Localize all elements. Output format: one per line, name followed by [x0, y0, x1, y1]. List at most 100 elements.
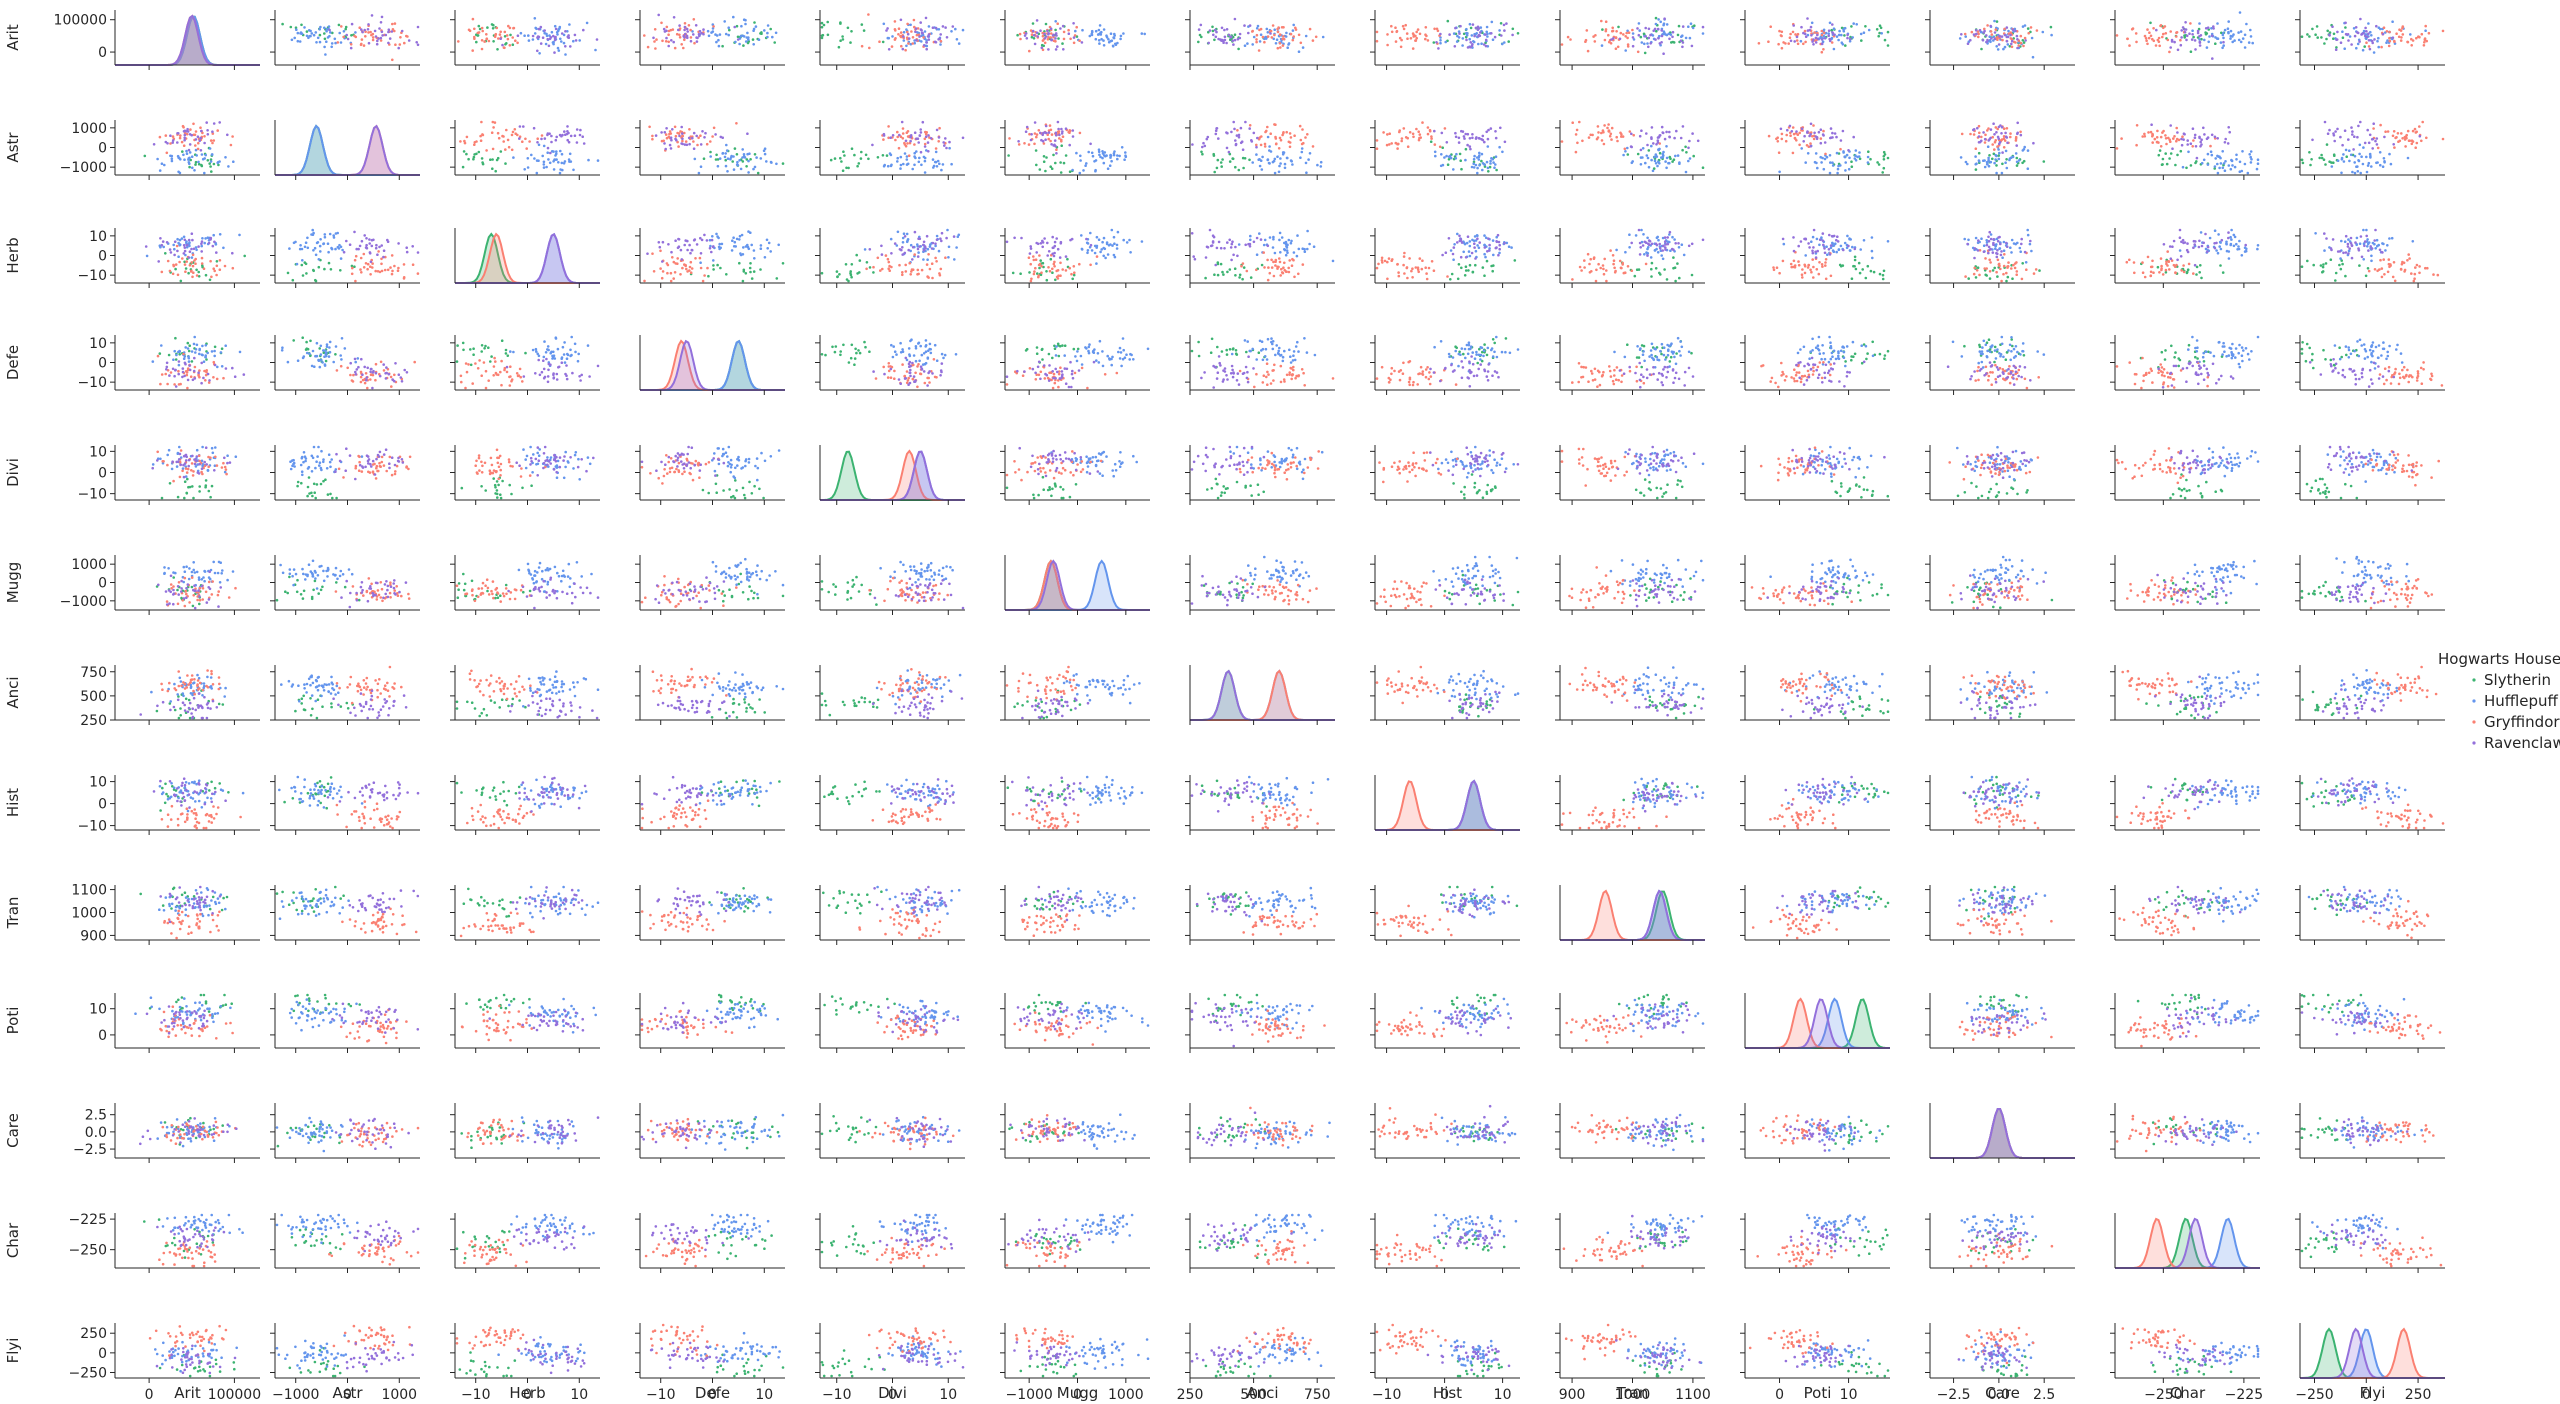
scatter-point-ravenclaw: [1666, 242, 1670, 246]
scatter-point-slytherin: [1066, 257, 1069, 261]
scatter-point-gryffindor: [1019, 37, 1022, 41]
scatter-point-hufflepuff: [526, 157, 530, 160]
scatter-point-slytherin: [733, 147, 737, 150]
scatter-point-hufflepuff: [1843, 26, 1847, 30]
scatter-point-ravenclaw: [1847, 244, 1850, 248]
scatter-point-ravenclaw: [1836, 235, 1839, 238]
scatter-point-hufflepuff: [747, 230, 750, 233]
scatter-point-gryffindor: [1240, 264, 1243, 268]
scatter-point-gryffindor: [910, 268, 914, 271]
scatter-point-ravenclaw: [539, 25, 543, 29]
scatter-point-ravenclaw: [1664, 243, 1667, 246]
scatter-point-hufflepuff: [1855, 23, 1858, 26]
scatter-point-ravenclaw: [2360, 32, 2364, 36]
scatter-point-hufflepuff: [2353, 154, 2357, 158]
scatter-point-hufflepuff: [709, 155, 712, 158]
scatter-point-hufflepuff: [2381, 165, 2385, 168]
scatter-point-hufflepuff: [1851, 245, 1854, 249]
scatter-point-hufflepuff: [697, 171, 701, 175]
scatter-point-hufflepuff: [1778, 170, 1781, 174]
scatter-point-hufflepuff: [1854, 159, 1858, 162]
scatter-point-gryffindor: [1386, 133, 1389, 136]
scatter-point-hufflepuff: [1689, 22, 1693, 26]
scatter-point-ravenclaw: [188, 250, 192, 253]
scatter-point-hufflepuff: [1256, 24, 1260, 28]
scatter-point-hufflepuff: [752, 43, 755, 46]
scatter-point-hufflepuff: [323, 235, 327, 239]
scatter-point-hufflepuff: [170, 154, 174, 158]
scatter-point-slytherin: [212, 162, 216, 166]
scatter-point-gryffindor: [1255, 268, 1258, 272]
scatter-point-ravenclaw: [546, 37, 549, 41]
scatter-point-hufflepuff: [1289, 241, 1293, 245]
scatter-point-hufflepuff: [2376, 39, 2379, 43]
scatter-point-ravenclaw: [681, 137, 684, 141]
scatter-point-hufflepuff: [293, 36, 297, 40]
scatter-point-gryffindor: [2149, 130, 2153, 134]
scatter-point-gryffindor: [1791, 126, 1795, 129]
y-tick-label: 10: [89, 229, 107, 245]
scatter-point-slytherin: [881, 40, 885, 44]
scatter-point-ravenclaw: [2366, 128, 2369, 132]
scatter-point-gryffindor: [931, 276, 934, 280]
scatter-point-ravenclaw: [1809, 25, 1813, 29]
scatter-point-hufflepuff: [1116, 230, 1120, 234]
scatter-point-ravenclaw: [1797, 244, 1800, 248]
scatter-point-slytherin: [724, 158, 727, 162]
scatter-point-slytherin: [2318, 156, 2321, 160]
scatter-point-gryffindor: [1283, 261, 1286, 265]
scatter-point-slytherin: [1057, 37, 1060, 40]
scatter-point-gryffindor: [336, 41, 340, 44]
scatter-point-hufflepuff: [203, 157, 206, 160]
scatter-point-gryffindor: [2407, 139, 2411, 142]
scatter-point-gryffindor: [1426, 39, 1430, 42]
scatter-point-gryffindor: [1299, 138, 1303, 142]
scatter-point-ravenclaw: [1474, 26, 1478, 30]
scatter-point-gryffindor: [2143, 34, 2147, 38]
scatter-point-ravenclaw: [2370, 138, 2374, 141]
scatter-point-gryffindor: [916, 268, 920, 272]
scatter-point-ravenclaw: [1795, 130, 1798, 133]
scatter-point-gryffindor: [480, 47, 484, 51]
scatter-point-gryffindor: [196, 147, 200, 151]
scatter-point-ravenclaw: [1215, 127, 1218, 130]
scatter-point-ravenclaw: [2381, 32, 2385, 36]
scatter-point-hufflepuff: [748, 152, 751, 155]
scatter-point-ravenclaw: [2183, 28, 2186, 31]
scatter-point-gryffindor: [2151, 141, 2154, 144]
scatter-point-gryffindor: [1041, 39, 1045, 42]
scatter-point-ravenclaw: [1655, 243, 1659, 247]
scatter-point-ravenclaw: [919, 131, 923, 134]
scatter-point-ravenclaw: [1266, 244, 1270, 248]
scatter-point-hufflepuff: [185, 149, 188, 153]
scatter-point-ravenclaw: [2371, 41, 2374, 45]
scatter-point-slytherin: [499, 150, 503, 153]
scatter-point-ravenclaw: [1832, 234, 1836, 238]
scatter-point-gryffindor: [1251, 30, 1254, 33]
scatter-point-ravenclaw: [2189, 142, 2193, 145]
scatter-point-hufflepuff: [1272, 159, 1276, 163]
scatter-point-ravenclaw: [1500, 34, 1503, 37]
scatter-point-hufflepuff: [200, 244, 203, 248]
scatter-point-ravenclaw: [882, 132, 886, 136]
scatter-point-slytherin: [849, 41, 852, 44]
scatter-point-gryffindor: [915, 33, 919, 37]
scatter-point-gryffindor: [1969, 132, 1972, 136]
scatter-point-gryffindor: [2189, 22, 2192, 25]
scatter-point-ravenclaw: [903, 235, 907, 238]
scatter-point-hufflepuff: [568, 152, 572, 156]
scatter-point-slytherin: [1499, 22, 1503, 25]
scatter-point-slytherin: [1672, 266, 1675, 270]
scatter-point-hufflepuff: [1109, 32, 1113, 35]
scatter-point-gryffindor: [2130, 28, 2134, 31]
scatter-point-ravenclaw: [1495, 240, 1499, 244]
scatter-point-hufflepuff: [1470, 34, 1474, 37]
scatter-point-slytherin: [1633, 274, 1637, 278]
scatter-point-ravenclaw: [1636, 27, 1639, 30]
scatter-point-gryffindor: [1418, 257, 1422, 260]
scatter-point-gryffindor: [2401, 25, 2405, 28]
scatter-point-gryffindor: [1977, 32, 1980, 36]
scatter-point-hufflepuff: [1129, 251, 1132, 254]
scatter-point-slytherin: [2320, 156, 2324, 160]
scatter-point-gryffindor: [1417, 270, 1420, 274]
